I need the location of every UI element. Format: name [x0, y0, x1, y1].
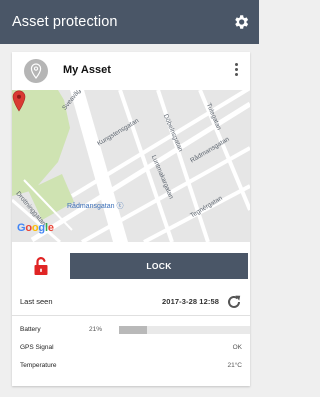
battery-row: Battery 21%	[12, 323, 250, 339]
last-seen-timestamp: 2017-3-28 12:58	[162, 297, 219, 306]
gps-label: GPS Signal	[20, 344, 54, 351]
temperature-row: Temperature 21°C	[12, 359, 250, 375]
asset-header: My Asset	[12, 52, 250, 90]
asset-name: My Asset	[63, 64, 111, 76]
more-vert-icon[interactable]	[233, 63, 239, 79]
gps-row: GPS Signal OK	[12, 341, 250, 357]
refresh-icon[interactable]	[226, 294, 242, 310]
app-title: Asset protection	[12, 14, 118, 30]
location-pin-icon	[24, 59, 48, 83]
app-bar: Asset protection	[0, 0, 259, 44]
gps-value: OK	[232, 344, 242, 351]
unlocked-padlock-icon	[34, 257, 48, 275]
last-seen-row: Last seen 2017-3-28 12:58	[12, 288, 250, 316]
last-seen-label: Last seen	[20, 297, 53, 306]
poi-label[interactable]: Rådmansgatan ⓣ	[67, 201, 123, 211]
battery-bar-fill	[119, 326, 147, 334]
asset-card: My Asset Sveavägen Kungstensgatan Döbeln…	[12, 52, 250, 386]
battery-value: 21%	[89, 326, 103, 333]
google-logo: Google	[17, 222, 54, 234]
transit-icon: ⓣ	[116, 203, 124, 210]
map-view[interactable]: Sveavägen Kungstensgatan Döbelnsgatan Tu…	[12, 90, 250, 242]
temperature-label: Temperature	[20, 362, 57, 369]
temperature-value: 21°C	[227, 362, 242, 369]
lock-row: LOCK	[12, 250, 250, 282]
lock-button[interactable]: LOCK	[70, 253, 248, 279]
map-marker-icon[interactable]	[12, 90, 26, 112]
battery-bar	[119, 326, 250, 334]
gear-icon[interactable]	[232, 13, 250, 31]
battery-label: Battery	[20, 326, 41, 333]
